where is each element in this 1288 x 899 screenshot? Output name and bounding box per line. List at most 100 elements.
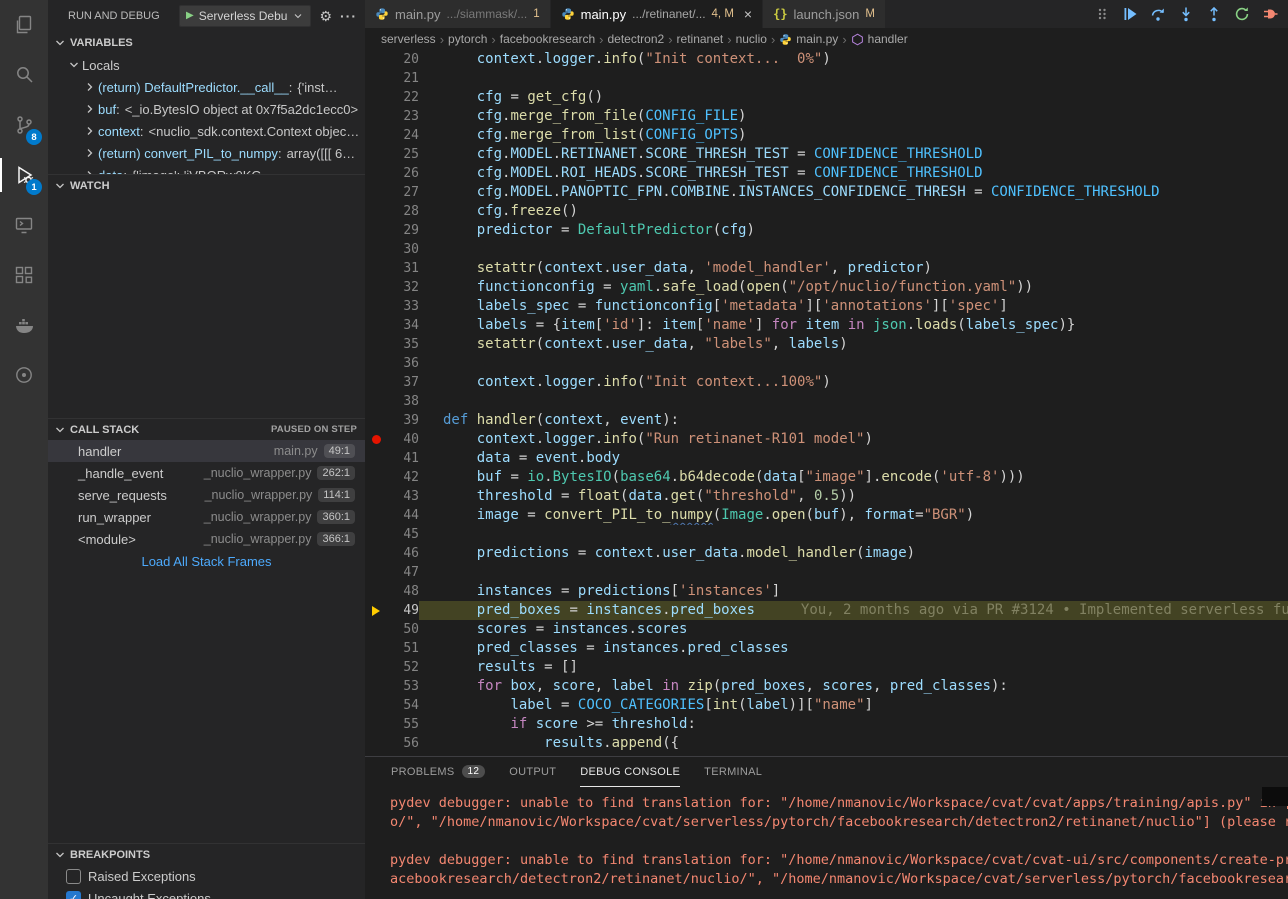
- editor-tab-launch.json[interactable]: {}launch.jsonM: [763, 0, 886, 28]
- line-number[interactable]: 40: [387, 430, 419, 449]
- line-number[interactable]: 45: [387, 525, 419, 544]
- line-number[interactable]: 35: [387, 335, 419, 354]
- chevron-right-icon[interactable]: [82, 145, 98, 161]
- gutter-glyph[interactable]: [365, 88, 387, 107]
- code-text[interactable]: if score >= threshold:: [419, 715, 1288, 734]
- gutter-glyph[interactable]: [365, 69, 387, 88]
- breadcrumb-item-facebookresearch[interactable]: facebookresearch: [500, 32, 595, 46]
- search-icon[interactable]: [0, 50, 48, 100]
- explorer-icon[interactable]: [0, 0, 48, 50]
- docker-icon[interactable]: [0, 300, 48, 350]
- code-line[interactable]: 22 cfg = get_cfg(): [365, 88, 1288, 107]
- gutter-glyph[interactable]: [365, 411, 387, 430]
- gutter-glyph[interactable]: [365, 715, 387, 734]
- line-number[interactable]: 53: [387, 677, 419, 696]
- code-text[interactable]: cfg.merge_from_file(CONFIG_FILE): [419, 107, 1288, 126]
- step-into-button[interactable]: [1174, 3, 1198, 25]
- line-number[interactable]: 54: [387, 696, 419, 715]
- code-line[interactable]: 27 cfg.MODEL.PANOPTIC_FPN.COMBINE.INSTAN…: [365, 183, 1288, 202]
- code-text[interactable]: [419, 392, 1288, 411]
- stack-frame-row[interactable]: _handle_event_nuclio_wrapper.py262:1: [48, 462, 365, 484]
- call-stack-section-header[interactable]: CALL STACK PAUSED ON STEP: [48, 418, 365, 440]
- breadcrumb-item-serverless[interactable]: serverless: [381, 32, 436, 46]
- code-text[interactable]: labels_spec = functionconfig['metadata']…: [419, 297, 1288, 316]
- line-number[interactable]: 33: [387, 297, 419, 316]
- start-debugging-icon[interactable]: ▶: [186, 11, 194, 21]
- panel-tab-debug-console[interactable]: DEBUG CONSOLE: [580, 757, 680, 787]
- code-text[interactable]: functionconfig = yaml.safe_load(open("/o…: [419, 278, 1288, 297]
- gutter-glyph[interactable]: [365, 278, 387, 297]
- editor-tab-main.py[interactable]: main.py.../siammask/...1: [365, 0, 551, 28]
- chevron-down-icon[interactable]: [66, 57, 82, 73]
- variable-row[interactable]: data:{'image': 'iVBORw0KG…: [48, 164, 365, 174]
- code-text[interactable]: image = convert_PIL_to_numpy(Image.open(…: [419, 506, 1288, 525]
- load-all-stack-frames-link[interactable]: Load All Stack Frames: [48, 550, 365, 574]
- breadcrumb-item-pytorch[interactable]: pytorch: [448, 32, 487, 46]
- to olbar-drag-handle[interactable]: [1090, 3, 1114, 25]
- gutter-glyph[interactable]: [365, 202, 387, 221]
- variables-section-header[interactable]: VARIABLES: [48, 32, 365, 54]
- code-line[interactable]: 53 for box, score, label in zip(pred_box…: [365, 677, 1288, 696]
- line-number[interactable]: 37: [387, 373, 419, 392]
- remote-explorer-icon[interactable]: [0, 200, 48, 250]
- breadcrumb-item-detectron2[interactable]: detectron2: [607, 32, 664, 46]
- code-line[interactable]: 37 context.logger.info("Init context...1…: [365, 373, 1288, 392]
- code-line[interactable]: 50 scores = instances.scores: [365, 620, 1288, 639]
- code-text[interactable]: [419, 525, 1288, 544]
- code-line[interactable]: 31 setattr(context.user_data, 'model_han…: [365, 259, 1288, 278]
- gear-icon[interactable]: ⚙: [319, 8, 332, 25]
- panel-tab-output[interactable]: OUTPUT: [509, 757, 556, 787]
- code-text[interactable]: scores = instances.scores: [419, 620, 1288, 639]
- code-line[interactable]: 33 labels_spec = functionconfig['metadat…: [365, 297, 1288, 316]
- line-number[interactable]: 25: [387, 145, 419, 164]
- line-number[interactable]: 31: [387, 259, 419, 278]
- code-line[interactable]: 40 context.logger.info("Run retinanet-R1…: [365, 430, 1288, 449]
- code-line[interactable]: 21: [365, 69, 1288, 88]
- gutter-glyph[interactable]: [365, 563, 387, 582]
- chevron-right-icon[interactable]: [82, 79, 98, 95]
- gutter-glyph[interactable]: [365, 430, 387, 449]
- code-line[interactable]: 28 cfg.freeze(): [365, 202, 1288, 221]
- line-number[interactable]: 23: [387, 107, 419, 126]
- more-actions-icon[interactable]: ···: [340, 8, 357, 24]
- variable-row[interactable]: context:<nuclio_sdk.context.Context obje…: [48, 120, 365, 142]
- line-number[interactable]: 56: [387, 734, 419, 753]
- code-line[interactable]: 36: [365, 354, 1288, 373]
- chevron-right-icon[interactable]: [82, 167, 98, 174]
- line-number[interactable]: 46: [387, 544, 419, 563]
- gutter-glyph[interactable]: [365, 373, 387, 392]
- code-line[interactable]: 38: [365, 392, 1288, 411]
- code-text[interactable]: [419, 240, 1288, 259]
- watch-section-header[interactable]: WATCH: [48, 174, 365, 196]
- code-text[interactable]: context.logger.info("Init context... 0%"…: [419, 50, 1288, 69]
- gutter-glyph[interactable]: [365, 525, 387, 544]
- line-number[interactable]: 49: [387, 601, 419, 620]
- code-text[interactable]: cfg.MODEL.PANOPTIC_FPN.COMBINE.INSTANCES…: [419, 183, 1288, 202]
- code-line[interactable]: 34 labels = {item['id']: item['name'] fo…: [365, 316, 1288, 335]
- code-text[interactable]: cfg.freeze(): [419, 202, 1288, 221]
- gutter-glyph[interactable]: [365, 316, 387, 335]
- gutter-glyph[interactable]: [365, 335, 387, 354]
- line-number[interactable]: 38: [387, 392, 419, 411]
- code-line[interactable]: 43 threshold = float(data.get("threshold…: [365, 487, 1288, 506]
- line-number[interactable]: 52: [387, 658, 419, 677]
- gutter-glyph[interactable]: [365, 107, 387, 126]
- line-number[interactable]: 51: [387, 639, 419, 658]
- code-text[interactable]: for box, score, label in zip(pred_boxes,…: [419, 677, 1288, 696]
- code-text[interactable]: results.append({: [419, 734, 1288, 753]
- line-number[interactable]: 50: [387, 620, 419, 639]
- code-text[interactable]: cfg.merge_from_list(CONFIG_OPTS): [419, 126, 1288, 145]
- gutter-glyph[interactable]: [365, 183, 387, 202]
- code-text[interactable]: cfg.MODEL.RETINANET.SCORE_THRESH_TEST = …: [419, 145, 1288, 164]
- code-line[interactable]: 51 pred_classes = instances.pred_classes: [365, 639, 1288, 658]
- code-line[interactable]: 29 predictor = DefaultPredictor(cfg): [365, 221, 1288, 240]
- line-number[interactable]: 47: [387, 563, 419, 582]
- breakpoint-checkbox[interactable]: ✓: [66, 891, 81, 899]
- gutter-glyph[interactable]: [365, 164, 387, 183]
- code-text[interactable]: buf = io.BytesIO(base64.b64decode(data["…: [419, 468, 1288, 487]
- breadcrumb-item-handler[interactable]: handler: [851, 32, 908, 46]
- gutter-glyph[interactable]: [365, 620, 387, 639]
- gutter-glyph[interactable]: [365, 677, 387, 696]
- line-number[interactable]: 39: [387, 411, 419, 430]
- code-text[interactable]: labels = {item['id']: item['name'] for i…: [419, 316, 1288, 335]
